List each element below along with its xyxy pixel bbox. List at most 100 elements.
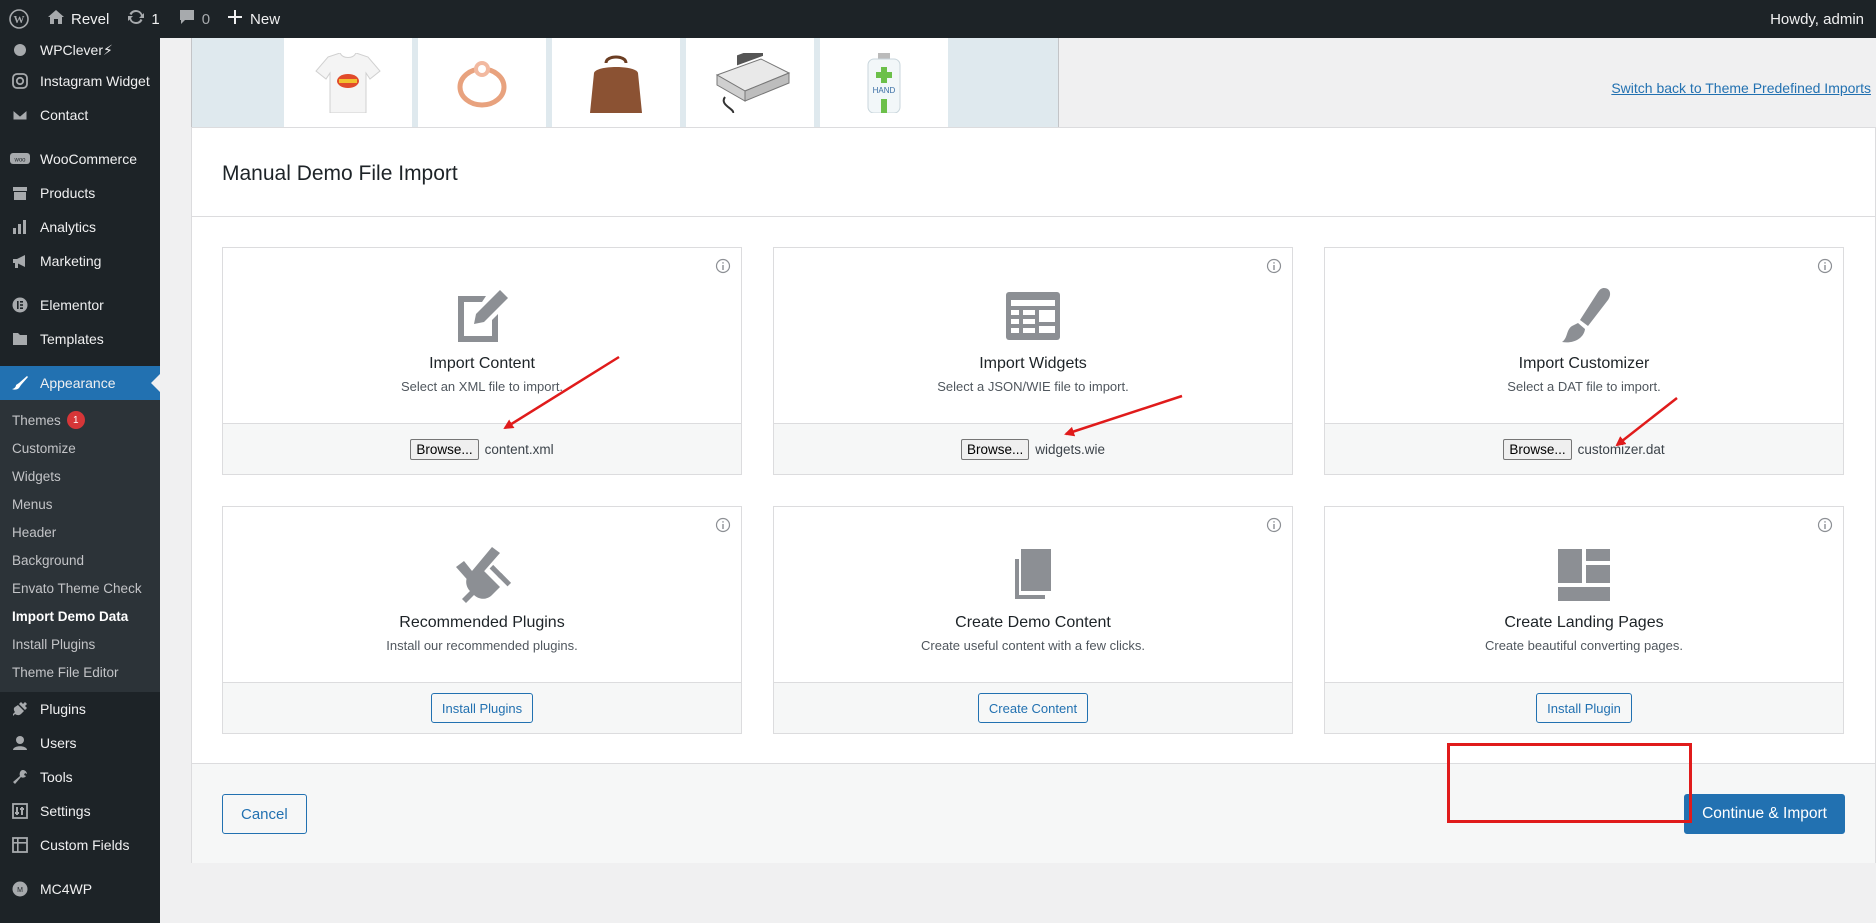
- import-content-card: Import Content Select an XML file to imp…: [222, 247, 742, 475]
- submenu-item-label: Customize: [12, 440, 76, 456]
- card-description: Create useful content with a few clicks.: [921, 638, 1145, 653]
- submenu-item-widgets[interactable]: Widgets: [0, 462, 160, 490]
- menu-item-marketing[interactable]: Marketing: [0, 244, 160, 278]
- menu-item-users[interactable]: Users: [0, 726, 160, 760]
- submenu-item-background[interactable]: Background: [0, 546, 160, 574]
- wpclever-icon: [10, 40, 30, 60]
- wordpress-logo-icon[interactable]: W: [0, 0, 38, 38]
- menu-item-plugins[interactable]: Plugins: [0, 692, 160, 726]
- bag-thumbnail: [552, 35, 680, 129]
- card-description: Create beautiful converting pages.: [1484, 638, 1683, 653]
- file-picker: Browse... content.xml: [223, 423, 741, 474]
- site-name-link[interactable]: Revel: [38, 0, 118, 38]
- import-customizer-card: Import Customizer Select a DAT file to i…: [1324, 247, 1844, 475]
- create-demo-content-card: Create Demo Content Create useful conten…: [773, 506, 1293, 734]
- menu-item-analytics[interactable]: Analytics: [0, 210, 160, 244]
- submenu-item-header[interactable]: Header: [0, 518, 160, 546]
- woocommerce-icon: woo: [10, 149, 30, 169]
- submenu-item-label: Theme File Editor: [12, 664, 119, 680]
- submenu-item-customize[interactable]: Customize: [0, 434, 160, 462]
- megaphone-icon: [10, 251, 30, 271]
- comments-count: 0: [201, 10, 211, 28]
- card-actions: Install Plugins: [223, 682, 741, 733]
- submenu-item-theme-file-editor[interactable]: Theme File Editor: [0, 658, 160, 686]
- info-icon[interactable]: [1266, 517, 1282, 533]
- submenu-item-themes[interactable]: Themes 1: [0, 406, 160, 434]
- svg-text:M: M: [17, 887, 23, 894]
- switch-back-link[interactable]: Switch back to Theme Predefined Imports: [1611, 80, 1871, 96]
- svg-text:HAND: HAND: [873, 86, 896, 95]
- archive-icon: [10, 183, 30, 203]
- install-plugins-button[interactable]: Install Plugins: [430, 693, 534, 723]
- recommended-plugins-card: Recommended Plugins Install our recommen…: [222, 506, 742, 734]
- updates-link[interactable]: 1: [118, 0, 168, 38]
- info-icon[interactable]: [1266, 258, 1282, 274]
- card-title: Create Landing Pages: [1504, 614, 1664, 631]
- menu-item-products[interactable]: Products: [0, 176, 160, 210]
- submenu-item-import-demo-data[interactable]: Import Demo Data: [0, 602, 160, 630]
- device-thumbnail: [686, 35, 814, 129]
- menu-item-label: WPClever⚡: [40, 41, 113, 58]
- mc4wp-icon: M: [10, 879, 30, 899]
- cancel-button[interactable]: Cancel: [222, 794, 307, 834]
- info-icon[interactable]: [715, 517, 731, 533]
- comments-link[interactable]: 0: [169, 0, 219, 38]
- submenu-item-label: Import Demo Data: [12, 608, 129, 624]
- menu-item-label: Templates: [40, 331, 104, 347]
- create-content-button[interactable]: Create Content: [977, 693, 1089, 723]
- user-icon: [10, 733, 30, 753]
- admin-sidebar: WPClever⚡ Instagram Widget Contact woo W…: [0, 38, 160, 923]
- menu-item-appearance[interactable]: Appearance: [0, 366, 160, 400]
- new-content-link[interactable]: New: [219, 0, 289, 38]
- menu-item-settings[interactable]: Settings: [0, 794, 160, 828]
- menu-item-tools[interactable]: Tools: [0, 760, 160, 794]
- plug-icon: [10, 699, 30, 719]
- menu-item-custom-fields[interactable]: Custom Fields: [0, 828, 160, 862]
- updates-icon: [127, 8, 145, 30]
- info-icon[interactable]: [715, 258, 731, 274]
- card-description: Select a JSON/WIE file to import.: [937, 379, 1129, 394]
- menu-item-label: Plugins: [40, 701, 86, 717]
- chart-bar-icon: [10, 217, 30, 237]
- panel-footer: Cancel Continue & Import: [192, 763, 1875, 863]
- site-name: Revel: [71, 10, 110, 28]
- continue-import-button[interactable]: Continue & Import: [1684, 794, 1845, 834]
- submenu-item-label: Widgets: [12, 468, 61, 484]
- menu-item-label: Analytics: [40, 219, 97, 235]
- menu-item-label: Settings: [40, 803, 91, 819]
- table-icon: [10, 835, 30, 855]
- menu-item-templates[interactable]: Templates: [0, 322, 160, 356]
- submenu-item-envato-theme-check[interactable]: Envato Theme Check: [0, 574, 160, 602]
- browse-button[interactable]: Browse...: [960, 438, 1030, 460]
- menu-item-wpclever[interactable]: WPClever⚡: [0, 36, 160, 64]
- menu-item-label: Users: [40, 735, 77, 751]
- home-icon: [47, 9, 65, 29]
- install-plugin-button[interactable]: Install Plugin: [1536, 693, 1632, 723]
- menu-item-instagram-widget[interactable]: Instagram Widget: [0, 64, 160, 98]
- info-icon[interactable]: [1817, 517, 1833, 533]
- ring-thumbnail: [418, 35, 546, 129]
- svg-text:woo: woo: [13, 158, 26, 164]
- selected-file-name: widgets.wie: [1035, 441, 1106, 457]
- card-title: Recommended Plugins: [399, 614, 565, 631]
- menu-item-mc4wp[interactable]: M MC4WP: [0, 872, 160, 906]
- update-count-badge: 1: [66, 411, 85, 429]
- card-actions: Install Plugin: [1325, 682, 1843, 733]
- hand-sanitizer-thumbnail: HAND: [820, 35, 948, 129]
- submenu-item-install-plugins[interactable]: Install Plugins: [0, 630, 160, 658]
- panel-title: Manual Demo File Import: [222, 162, 458, 185]
- info-icon[interactable]: [1817, 258, 1833, 274]
- browse-button[interactable]: Browse...: [1503, 438, 1572, 460]
- menu-item-elementor[interactable]: Elementor: [0, 288, 160, 322]
- menu-item-contact[interactable]: Contact: [0, 98, 160, 132]
- plugin-check-icon: [456, 547, 512, 603]
- card-title: Import Content: [429, 355, 535, 372]
- howdy-text: Howdy, admin: [1770, 10, 1864, 28]
- menu-item-label: Elementor: [40, 297, 104, 313]
- submenu-item-menus[interactable]: Menus: [0, 490, 160, 518]
- widgets-icon: [1006, 292, 1060, 340]
- import-widgets-card: Import Widgets Select a JSON/WIE file to…: [773, 247, 1293, 475]
- browse-button[interactable]: Browse...: [410, 438, 479, 460]
- menu-item-woocommerce[interactable]: woo WooCommerce: [0, 142, 160, 176]
- my-account-link[interactable]: Howdy, admin: [1761, 0, 1876, 38]
